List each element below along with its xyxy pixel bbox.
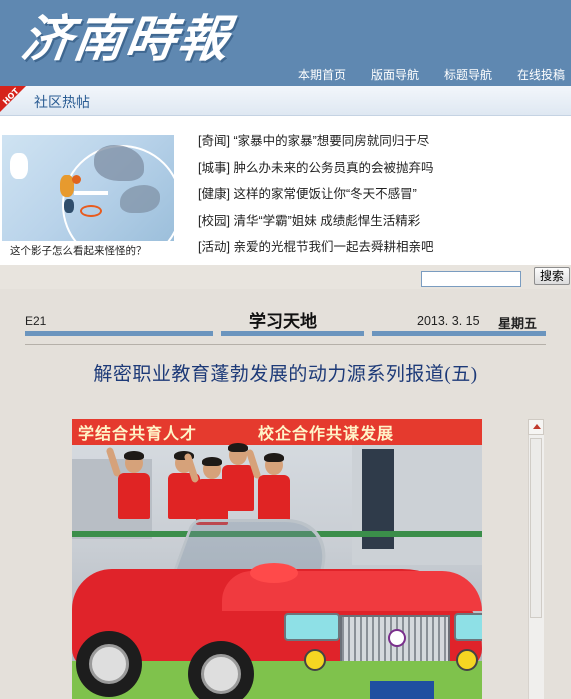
license-plate <box>370 681 434 699</box>
backboard <box>74 191 108 195</box>
divider <box>25 344 546 345</box>
header-rule <box>372 331 546 336</box>
wheel <box>188 641 254 699</box>
hot-post-item[interactable]: [健康] 这样的家常便饭让你“冬天不感冒” <box>198 183 433 210</box>
hot-post-item[interactable]: [活动] 亲爱的光棍节我们一起去舜耕相亲吧 <box>198 236 433 263</box>
nav-online-submission[interactable]: 在线投稿 <box>492 66 565 84</box>
scrollbar-thumb[interactable] <box>530 438 542 618</box>
player-figure <box>10 153 28 179</box>
rim <box>89 644 129 684</box>
ribbon-bow <box>250 563 298 583</box>
fog-light <box>304 649 326 671</box>
header-rule <box>221 331 364 336</box>
shirt <box>258 475 290 521</box>
search-button[interactable]: 搜索 <box>534 267 570 285</box>
car-logo-badge <box>388 629 406 647</box>
shirt <box>118 473 150 519</box>
section-title: 学习天地 <box>249 312 317 331</box>
student-figure <box>105 446 150 545</box>
issue-date: 2013. 3. 15 <box>417 314 480 328</box>
header-rule <box>25 331 213 336</box>
wheel <box>76 631 142 697</box>
post-title[interactable]: “家暴中的家暴”想要同房就同归于尽 <box>233 134 429 148</box>
hot-photo[interactable] <box>2 135 174 241</box>
site-header: 济南時報 本期首页 版面导航 标题导航 在线投稿 <box>0 0 571 86</box>
site-logo[interactable]: 济南時報 <box>17 4 235 74</box>
hot-post-item[interactable]: [城事] 肿么办未来的公务员真的会被抛弃吗 <box>198 157 433 184</box>
shadow-shape <box>120 185 160 213</box>
player-figure <box>64 199 74 213</box>
post-title[interactable]: 这样的家常便饭让你“冬天不感冒” <box>233 187 416 201</box>
headlight <box>454 613 482 641</box>
search-input[interactable] <box>421 271 521 287</box>
hair <box>202 457 222 466</box>
nav-home[interactable]: 本期首页 <box>273 66 346 84</box>
hot-post-list: [奇闻] “家暴中的家暴”想要同房就同归于尽 [城事] 肿么办未来的公务员真的会… <box>198 130 433 263</box>
scroll-up-arrow-icon[interactable] <box>528 419 544 435</box>
post-title[interactable]: 亲爱的光棍节我们一起去舜耕相亲吧 <box>233 240 433 254</box>
hot-post-item[interactable]: [校园] 清华“学霸”姐妹 成绩彪悍生活精彩 <box>198 210 433 237</box>
basketball <box>72 175 81 184</box>
page-number: E21 <box>25 314 47 328</box>
banner-text-left: 学结合共育人才 <box>78 424 198 443</box>
article-headline[interactable]: 解密职业教育蓬勃发展的动力源系列报道(五) <box>0 359 571 386</box>
nav-title-navigation[interactable]: 标题导航 <box>419 66 492 84</box>
hoop <box>80 205 102 217</box>
nav-page-navigation[interactable]: 版面导航 <box>346 66 419 84</box>
banner-text-right: 校企合作共谋发展 <box>258 424 395 443</box>
rim <box>201 654 241 694</box>
shirt <box>222 465 254 511</box>
hair <box>264 453 284 462</box>
hot-photo-caption[interactable]: 这个影子怎么看起来怪怪的？ <box>10 243 147 258</box>
hair <box>228 443 248 452</box>
hair <box>124 451 144 460</box>
top-nav: 本期首页 版面导航 标题导航 在线投稿 <box>273 66 565 84</box>
headlight <box>284 613 340 641</box>
article-photo[interactable]: 学结合共育人才 校企合作共谋发展 <box>72 419 482 699</box>
post-tag: [奇闻] <box>198 134 230 148</box>
post-tag: [校园] <box>198 213 230 228</box>
hot-post-item[interactable]: [奇闻] “家暴中的家暴”想要同房就同归于尽 <box>198 130 433 157</box>
post-tag: [健康] <box>198 187 230 201</box>
hot-section-title: 社区热帖 <box>34 94 90 110</box>
issue-weekday: 星期五 <box>498 316 538 331</box>
post-title[interactable]: 清华“学霸”姐妹 成绩彪悍生活精彩 <box>233 214 420 228</box>
post-tag: [城事] <box>198 160 230 175</box>
post-title[interactable]: 肿么办未来的公务员真的会被抛弃吗 <box>233 161 433 175</box>
fog-light <box>456 649 478 671</box>
post-tag: [活动] <box>198 240 230 254</box>
